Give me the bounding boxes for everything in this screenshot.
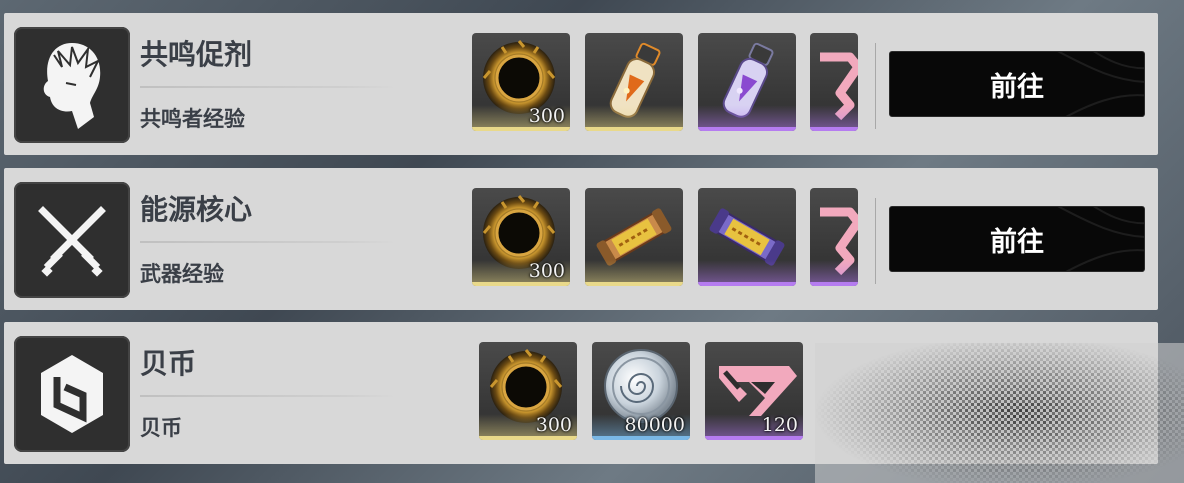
item-tuner[interactable]: 120: [705, 342, 803, 440]
item-purple-energy-core[interactable]: [698, 188, 796, 286]
item-purple-potion[interactable]: [698, 33, 796, 131]
item-quantity: 300: [528, 105, 565, 127]
material-row-weapon-exp: 能源核心 武器经验 300 前往: [4, 168, 1158, 310]
crossed-swords-icon: [14, 182, 130, 298]
item-shell-credit[interactable]: 300: [479, 342, 577, 440]
separator: [875, 43, 876, 129]
item-gold-potion[interactable]: [585, 33, 683, 131]
divider: [140, 86, 396, 88]
item-tuner-partial[interactable]: [810, 188, 858, 286]
go-button[interactable]: 前往: [889, 51, 1145, 117]
category-title: 共鸣促剂: [140, 38, 253, 71]
obscured-region: [815, 343, 1184, 483]
item-shell-credit[interactable]: 300: [472, 188, 570, 286]
item-quantity: 300: [528, 260, 565, 282]
resonator-head-icon: [14, 27, 130, 143]
category-subtitle: 武器经验: [140, 262, 224, 286]
go-button-label: 前往: [990, 71, 1044, 103]
go-button-label: 前往: [990, 226, 1044, 258]
item-silver-coin[interactable]: 80000: [592, 342, 690, 440]
category-subtitle: 贝币: [140, 416, 182, 440]
material-row-resonator-exp: 共鸣促剂 共鸣者经验 300 前往: [4, 13, 1158, 155]
go-button[interactable]: 前往: [889, 206, 1145, 272]
divider: [140, 395, 396, 397]
item-quantity: 120: [761, 414, 798, 436]
item-gold-energy-core[interactable]: [585, 188, 683, 286]
item-shell-credit[interactable]: 300: [472, 33, 570, 131]
category-title: 贝币: [140, 347, 197, 380]
divider: [140, 241, 396, 243]
category-subtitle: 共鸣者经验: [140, 107, 245, 131]
shell-credit-logo-icon: [14, 336, 130, 452]
category-title: 能源核心: [140, 193, 253, 226]
item-quantity: 80000: [624, 414, 685, 436]
item-quantity: 300: [535, 414, 572, 436]
separator: [875, 198, 876, 284]
item-tuner-partial[interactable]: [810, 33, 858, 131]
